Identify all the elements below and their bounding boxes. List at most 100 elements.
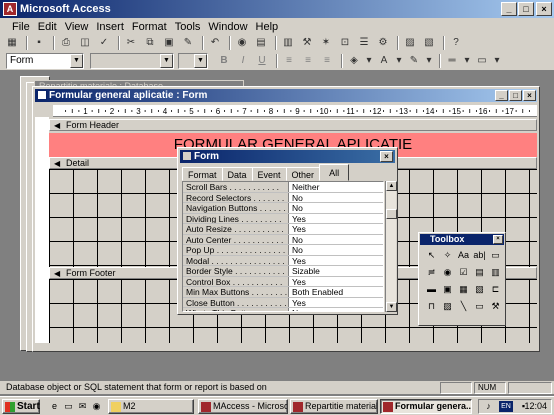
- property-value[interactable]: No: [289, 203, 303, 213]
- toggle-button-icon[interactable]: ≓: [424, 265, 439, 279]
- desktop-icon[interactable]: ▭: [62, 400, 75, 412]
- menu-view[interactable]: View: [61, 21, 93, 33]
- copy-icon[interactable]: ⧉: [142, 36, 158, 50]
- language-indicator[interactable]: EN: [499, 401, 513, 412]
- horizontal-ruler[interactable]: 1 2 3 4 5 6 7 8 9 10 11 12 13 14 15 16 17: [53, 105, 537, 117]
- chevron-down-icon[interactable]: ▼: [160, 54, 173, 68]
- task-maccess[interactable]: MAccess - Microsof...: [198, 399, 288, 414]
- speaker-icon[interactable]: ♪: [482, 400, 495, 412]
- underline-icon[interactable]: U: [254, 54, 270, 68]
- view-icon[interactable]: ▦: [4, 36, 20, 50]
- font-size-combo[interactable]: ▼: [178, 53, 208, 69]
- close-button[interactable]: ×: [536, 2, 552, 16]
- form-horizontal-scrollbar[interactable]: [35, 343, 537, 351]
- property-value[interactable]: No: [289, 193, 303, 203]
- property-row[interactable]: Whats This Button . . . . . . .No: [183, 308, 383, 311]
- clock[interactable]: 12:04: [524, 400, 547, 413]
- property-row[interactable]: Pop Up . . . . . . . . . . . . . . . No: [183, 245, 383, 256]
- command-button-icon[interactable]: ▬: [424, 282, 439, 296]
- hyperlink-icon[interactable]: ◉: [234, 36, 250, 50]
- property-value[interactable]: Yes: [289, 256, 306, 266]
- menu-edit[interactable]: Edit: [34, 21, 61, 33]
- subform-icon[interactable]: ▨: [440, 299, 455, 313]
- list-box-icon[interactable]: ▥: [488, 265, 503, 279]
- close-button[interactable]: ×: [523, 90, 536, 101]
- form-selector[interactable]: [35, 105, 53, 117]
- property-row[interactable]: Min Max Buttons . . . . . . . . Both Enab…: [183, 287, 383, 298]
- close-button[interactable]: ×: [380, 151, 393, 162]
- property-row[interactable]: Dividing Lines . . . . . . . . . Yes: [183, 213, 383, 224]
- bold-icon[interactable]: B: [216, 54, 232, 68]
- label-icon[interactable]: Aa: [456, 248, 471, 262]
- print-preview-icon[interactable]: ◫: [77, 36, 93, 50]
- new-object-icon[interactable]: ▧: [421, 36, 437, 50]
- bound-object-frame-icon[interactable]: ▧: [472, 282, 487, 296]
- menu-tools[interactable]: Tools: [171, 21, 205, 33]
- property-value[interactable]: Yes: [289, 224, 306, 234]
- combo-box-icon[interactable]: ▤: [472, 265, 487, 279]
- special-effect-icon[interactable]: ▭: [474, 54, 490, 68]
- chevron-down-icon[interactable]: ▾: [425, 54, 433, 68]
- line-color-icon[interactable]: ✎: [406, 54, 422, 68]
- italic-icon[interactable]: I: [235, 54, 251, 68]
- web-toolbar-icon[interactable]: ▤: [253, 36, 269, 50]
- code-icon[interactable]: ⊡: [337, 36, 353, 50]
- font-color-icon[interactable]: A: [376, 54, 392, 68]
- field-list-icon[interactable]: ▥: [280, 36, 296, 50]
- unbound-object-frame-icon[interactable]: ▦: [456, 282, 471, 296]
- fill-color-icon[interactable]: ◈: [346, 54, 362, 68]
- object-combo[interactable]: Form ▼: [6, 53, 84, 69]
- form-window-titlebar[interactable]: Formular general aplicatie : Form _ □ ×: [35, 89, 537, 102]
- text-box-icon[interactable]: ab|: [472, 248, 487, 262]
- task-formular[interactable]: Formular genera...: [380, 399, 472, 414]
- spelling-icon[interactable]: ✓: [96, 36, 112, 50]
- scroll-up-icon[interactable]: ▲: [386, 181, 397, 191]
- property-row[interactable]: Scroll Bars . . . . . . . . . . . Neither: [183, 182, 383, 193]
- menu-help[interactable]: Help: [252, 21, 283, 33]
- option-button-icon[interactable]: ◉: [440, 265, 455, 279]
- toolbox-icon[interactable]: ⚒: [299, 36, 315, 50]
- line-icon[interactable]: ╲: [456, 299, 471, 313]
- property-row[interactable]: Control Box . . . . . . . . . . . Yes: [183, 276, 383, 287]
- property-value[interactable]: Yes: [289, 214, 306, 224]
- properties-titlebar[interactable]: Form ×: [180, 150, 395, 163]
- property-row[interactable]: Auto Resize . . . . . . . . . . . Yes: [183, 224, 383, 235]
- database-window-icon[interactable]: ▨: [402, 36, 418, 50]
- toolbox-titlebar[interactable]: Toolbox ×: [420, 234, 504, 245]
- tab-event[interactable]: Event: [251, 167, 287, 181]
- task-m2[interactable]: M2: [108, 399, 194, 414]
- cut-icon[interactable]: ✂: [123, 36, 139, 50]
- paste-icon[interactable]: ▣: [161, 36, 177, 50]
- scroll-down-icon[interactable]: ▼: [386, 302, 397, 312]
- tab-control-icon[interactable]: ⊓: [424, 299, 439, 313]
- property-value[interactable]: No: [289, 235, 303, 245]
- vertical-ruler[interactable]: [35, 117, 49, 343]
- more-controls-icon[interactable]: ⚒: [488, 299, 503, 313]
- option-group-icon[interactable]: ▭: [488, 248, 503, 262]
- property-value[interactable]: Both Enabled: [289, 287, 343, 297]
- property-value[interactable]: Yes: [289, 277, 306, 287]
- line-width-icon[interactable]: ═: [444, 54, 460, 68]
- close-button[interactable]: ×: [493, 235, 503, 244]
- outlook-icon[interactable]: ✉: [76, 400, 89, 412]
- save-icon[interactable]: ▪: [31, 36, 47, 50]
- properties-icon[interactable]: ☰: [356, 36, 372, 50]
- scrollbar-thumb[interactable]: [386, 209, 397, 219]
- format-painter-icon[interactable]: ✎: [180, 36, 196, 50]
- form-header-bar[interactable]: ◀ Form Header: [49, 119, 537, 131]
- property-value[interactable]: Yes: [289, 298, 306, 308]
- undo-icon[interactable]: ↶: [207, 36, 223, 50]
- property-value[interactable]: Sizable: [289, 266, 320, 276]
- rectangle-icon[interactable]: ▭: [472, 299, 487, 313]
- minimize-button[interactable]: _: [495, 90, 508, 101]
- property-list-scrollbar[interactable]: ▲ ▼: [385, 181, 397, 312]
- select-arrow-icon[interactable]: ↖: [424, 248, 439, 262]
- tab-all[interactable]: All: [319, 164, 350, 181]
- check-box-icon[interactable]: ☑: [456, 265, 471, 279]
- property-row[interactable]: Navigation Buttons . . . . . . No: [183, 203, 383, 214]
- property-row[interactable]: Record Selectors . . . . . . . No: [183, 192, 383, 203]
- chevron-down-icon[interactable]: ▾: [395, 54, 403, 68]
- align-left-icon[interactable]: ≡: [281, 54, 297, 68]
- property-row[interactable]: Auto Center . . . . . . . . . . . No: [183, 234, 383, 245]
- maximize-button[interactable]: □: [509, 90, 522, 101]
